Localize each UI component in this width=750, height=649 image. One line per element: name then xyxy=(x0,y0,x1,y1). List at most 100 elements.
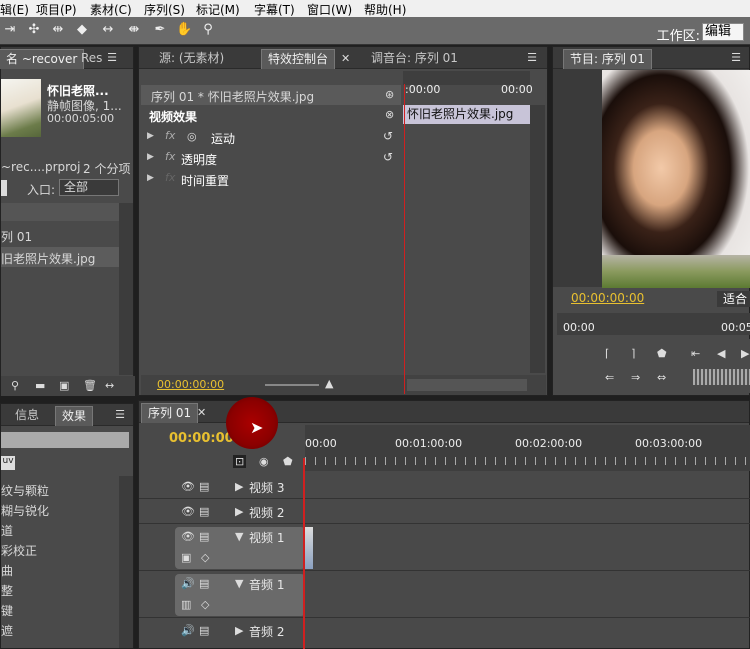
clip-bar[interactable]: 怀旧老照片效果.jpg xyxy=(403,105,530,124)
panel-menu-icon[interactable]: ☰ xyxy=(725,51,747,65)
tab-sequence[interactable]: 序列 01 xyxy=(141,403,199,423)
tab-project[interactable]: 名 ~recover xyxy=(0,49,85,69)
collapse-arrow-icon[interactable]: ▼ xyxy=(235,530,243,543)
eye-icon[interactable]: 👁 xyxy=(181,505,195,518)
menu-marker[interactable]: 标记(M) xyxy=(196,1,240,18)
close-icon[interactable]: ✕ xyxy=(197,406,206,419)
trim-icon[interactable]: ⇔ xyxy=(657,371,666,384)
list-item[interactable]: 道 xyxy=(1,522,119,542)
lift-icon[interactable]: ⇐ xyxy=(605,371,614,384)
keyframe-icon[interactable]: ◇ xyxy=(201,598,209,611)
list-item[interactable]: 曲 xyxy=(1,562,119,582)
expand-arrow-icon[interactable]: ▶ xyxy=(235,624,243,637)
expand-arrow-icon[interactable]: ▶ xyxy=(147,173,154,183)
tab-effect-controls[interactable]: 特效控制台 xyxy=(261,49,336,69)
speaker-icon[interactable]: 🔊 xyxy=(181,577,195,590)
menu-clip[interactable]: 素材(C) xyxy=(90,1,132,18)
video-clip[interactable] xyxy=(305,527,313,569)
zoom-icon[interactable]: ⚲ xyxy=(200,22,216,38)
eye-icon[interactable]: 👁 xyxy=(181,480,195,493)
list-item[interactable]: 遮 xyxy=(1,622,119,642)
fx-scrollbar[interactable] xyxy=(119,476,133,648)
tab-effects[interactable]: 效果 xyxy=(55,406,94,426)
step-back-icon[interactable]: ◀ xyxy=(717,347,725,360)
workspace-dropdown[interactable]: 编辑 xyxy=(702,23,744,41)
panel-menu-icon[interactable]: ☰ xyxy=(109,408,131,422)
slide-icon[interactable]: ⇼ xyxy=(126,22,142,38)
program-timecode[interactable]: 00:00:00:00 xyxy=(571,291,644,305)
list-item[interactable]: 整 xyxy=(1,582,119,602)
slip-icon[interactable]: ↔ xyxy=(100,22,116,38)
filmstrip-icon[interactable]: ▤ xyxy=(199,577,209,590)
jog-shuttle[interactable] xyxy=(693,369,750,385)
yuv-filter-icon[interactable]: uv xyxy=(1,456,15,470)
filmstrip-icon[interactable]: ▤ xyxy=(199,530,209,543)
new-bin-icon[interactable]: ▬ xyxy=(35,379,45,392)
menu-edit[interactable]: 辑(E) xyxy=(0,1,29,18)
tab-program[interactable]: 节目: 序列 01 xyxy=(563,49,652,69)
menu-window[interactable]: 窗口(W) xyxy=(307,1,352,18)
menu-sequence[interactable]: 序列(S) xyxy=(144,1,185,18)
set-marker-icon[interactable]: ⬟ xyxy=(657,347,667,360)
ec-timecode[interactable]: 00:00:00:00 xyxy=(157,378,224,391)
effects-search-input[interactable] xyxy=(1,432,129,448)
list-item[interactable]: 彩校正 xyxy=(1,542,119,562)
ripple-edit-icon[interactable]: ✣ xyxy=(26,22,42,38)
list-item[interactable]: 键 xyxy=(1,602,119,622)
motion-icon[interactable]: ◎ xyxy=(187,130,197,143)
timeline-playhead[interactable] xyxy=(303,458,305,649)
zoom-in-icon[interactable]: ▲ xyxy=(325,377,333,390)
list-item[interactable]: 旧老照片效果.jpg xyxy=(1,247,119,267)
menu-title[interactable]: 字幕(T) xyxy=(254,1,295,18)
display-style-icon[interactable]: ▣ xyxy=(181,551,191,564)
eye-icon[interactable]: 👁 xyxy=(181,530,195,543)
scroll-icon[interactable]: ↔ xyxy=(105,379,114,392)
mark-out-icon[interactable]: ⌉ xyxy=(631,347,635,360)
extract-icon[interactable]: ⇒ xyxy=(631,371,640,384)
hand-icon[interactable]: ✋ xyxy=(176,22,192,38)
close-icon[interactable]: ✕ xyxy=(341,52,350,65)
menu-help[interactable]: 帮助(H) xyxy=(364,1,406,18)
mark-in-icon[interactable]: ⌈ xyxy=(605,347,609,360)
rolling-edit-icon[interactable]: ⇹ xyxy=(50,22,66,38)
ec-hscrollbar[interactable] xyxy=(407,379,527,391)
ec-ruler[interactable]: :00:00 00:00 xyxy=(403,71,533,96)
razor-icon[interactable]: ◆ xyxy=(74,22,90,38)
waveform-icon[interactable]: ▥ xyxy=(181,598,191,611)
project-scrollbar[interactable] xyxy=(119,203,133,375)
snap-icon[interactable]: ⊡ xyxy=(233,455,247,468)
tab-info[interactable]: 信息 xyxy=(9,406,45,426)
search-field[interactable] xyxy=(1,180,7,196)
find-icon[interactable]: ⚲ xyxy=(11,379,19,392)
tab-audio-mixer[interactable]: 调音台: 序列 01 xyxy=(365,49,464,69)
track-select-icon[interactable]: ⇥ xyxy=(2,22,18,38)
reset-icon[interactable]: ↺ xyxy=(383,150,393,164)
expand-arrow-icon[interactable]: ▶ xyxy=(235,480,243,493)
reset-icon[interactable]: ↺ xyxy=(383,129,393,143)
zoom-slider[interactable] xyxy=(265,384,319,386)
list-item[interactable]: 列 01 xyxy=(1,225,119,245)
expand-arrow-icon[interactable]: ▶ xyxy=(147,131,154,141)
collapse-icon[interactable]: ⊗ xyxy=(385,108,394,121)
expand-arrow-icon[interactable]: ▶ xyxy=(235,505,243,518)
program-ruler[interactable]: 00:00 00:05 xyxy=(557,313,750,335)
new-item-icon[interactable]: ▣ xyxy=(59,379,69,392)
list-item[interactable]: 糊与锐化 xyxy=(1,502,119,522)
expand-arrow-icon[interactable]: ▶ xyxy=(147,152,154,162)
menu-project[interactable]: 项目(P) xyxy=(36,1,77,18)
in-dropdown[interactable]: 全部 xyxy=(59,179,119,196)
timeline-ruler[interactable]: 00:00 00:01:00:00 00:02:00:00 00:03:00:0… xyxy=(305,425,750,471)
property-motion[interactable]: ▶ fx ◎ 运动 ↺ xyxy=(141,127,399,147)
delete-icon[interactable]: 🗑 xyxy=(83,379,97,392)
property-time-remap[interactable]: ▶ fx 时间重置 xyxy=(141,169,399,189)
pen-icon[interactable]: ✒ xyxy=(152,22,168,38)
tab-source[interactable]: 源: (无素材) xyxy=(153,49,230,69)
play-icon[interactable]: ▶ xyxy=(741,347,749,360)
speaker-icon[interactable]: 🔊 xyxy=(181,624,195,637)
marker-icon[interactable]: ◉ xyxy=(259,455,269,468)
goto-in-icon[interactable]: ⇤ xyxy=(691,347,700,360)
show-hide-icon[interactable]: ⊛ xyxy=(385,88,394,101)
filmstrip-icon[interactable]: ▤ xyxy=(199,624,209,637)
keyframe-icon[interactable]: ◇ xyxy=(201,551,209,564)
list-item[interactable]: 纹与颗粒 xyxy=(1,482,119,502)
